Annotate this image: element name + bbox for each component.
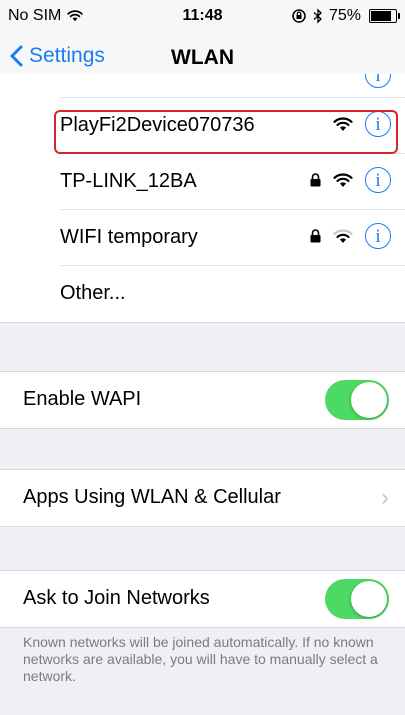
wifi-signal-icon [333, 228, 353, 243]
ask-to-join-group: Ask to Join Networks [0, 570, 405, 628]
wapi-group: Enable WAPI [0, 371, 405, 429]
ask-to-join-toggle[interactable] [325, 579, 389, 619]
page-title: WLAN [171, 46, 234, 69]
highlight-box [54, 110, 398, 154]
status-bar: No SIM 11:48 75% [0, 0, 405, 34]
ask-to-join-description: Known networks will be joined automatica… [23, 634, 378, 684]
apps-using-label: Apps Using WLAN & Cellular [23, 486, 281, 508]
other-network-row[interactable]: Other... [0, 266, 405, 322]
info-icon[interactable]: i [365, 223, 391, 249]
network-name: WIFI temporary [60, 226, 198, 248]
battery-icon [369, 9, 400, 23]
rotation-lock-icon [292, 9, 306, 23]
battery-percentage: 75% [328, 7, 361, 24]
bluetooth-icon [313, 8, 322, 24]
network-name: TP-LINK_12BA [60, 170, 197, 192]
chevron-right-icon: › [381, 484, 389, 511]
status-right: 75% [291, 7, 400, 25]
apps-group: Apps Using WLAN & Cellular › [0, 469, 405, 527]
other-label: Other... [60, 282, 126, 304]
toggle-knob [351, 581, 387, 617]
apps-using-wlan-row[interactable]: Apps Using WLAN & Cellular › [0, 470, 405, 526]
lock-icon [310, 229, 321, 243]
enable-wapi-toggle[interactable] [325, 380, 389, 420]
enable-wapi-label: Enable WAPI [23, 388, 142, 410]
network-row-wifi-temporary[interactable]: WIFI temporary i [0, 210, 405, 266]
ask-to-join-label: Ask to Join Networks [23, 587, 210, 609]
lock-icon [310, 173, 321, 187]
wifi-signal-icon [333, 172, 353, 187]
toggle-knob [351, 382, 387, 418]
network-row-tplink[interactable]: TP-LINK_12BA i [0, 154, 405, 210]
info-icon[interactable]: i [365, 167, 391, 193]
enable-wapi-row: Enable WAPI [0, 372, 405, 428]
ask-to-join-row: Ask to Join Networks [0, 571, 405, 627]
network-row-partial[interactable]: i [0, 74, 405, 98]
info-icon[interactable]: i [365, 74, 391, 88]
